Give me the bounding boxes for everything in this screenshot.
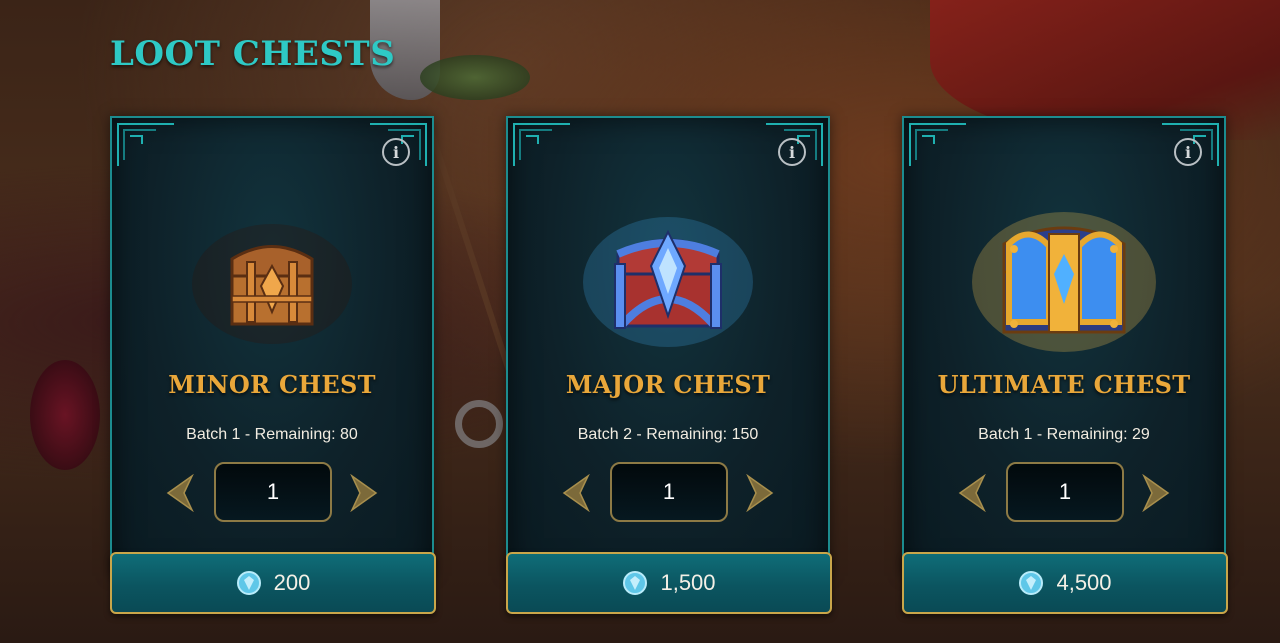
corner-ornament [908, 122, 968, 168]
chest-card-minor: i MINOR CHEST Batch 1 - Remaining: 80 20… [110, 116, 436, 614]
gem-currency-icon [236, 570, 262, 596]
price-value: 200 [273, 570, 311, 595]
background-plant [420, 55, 530, 100]
corner-ornament [512, 122, 572, 168]
quantity-stepper [508, 462, 828, 522]
card-panel: i MAJOR CHEST Batch 2 - Remaining: 150 [506, 116, 830, 576]
corner-ornament [116, 122, 176, 168]
background-gem [30, 360, 100, 470]
price-value: 1,500 [660, 570, 716, 595]
chest-name: ULTIMATE CHEST [937, 370, 1191, 399]
chevron-right-icon[interactable] [744, 474, 778, 512]
batch-remaining: Batch 2 - Remaining: 150 [577, 426, 759, 443]
gem-currency-icon [1018, 570, 1044, 596]
chevron-right-icon[interactable] [348, 474, 382, 512]
buy-minor-chest-button[interactable]: 200 [110, 552, 436, 614]
minor-chest-icon [177, 204, 367, 354]
info-icon[interactable]: i [778, 138, 806, 166]
card-panel: i ULTIMATE CHEST Batch 1 - Remaining: 29 [902, 116, 1226, 576]
chest-name: MINOR CHEST [168, 370, 376, 399]
batch-remaining: Batch 1 - Remaining: 29 [978, 426, 1150, 443]
quantity-stepper [112, 462, 432, 522]
quantity-input[interactable] [1006, 462, 1124, 522]
chest-card-major: i MAJOR CHEST Batch 2 - Remaining: 150 1… [506, 116, 832, 614]
major-chest-icon [573, 204, 763, 354]
buy-major-chest-button[interactable]: 1,500 [506, 552, 832, 614]
chevron-right-icon[interactable] [1140, 474, 1174, 512]
chest-name: MAJOR CHEST [565, 370, 771, 399]
chest-card-ultimate: i ULTIMATE CHEST Batch 1 - Remaining: 29 [902, 116, 1228, 614]
ultimate-chest-icon [969, 204, 1159, 354]
background-ring [455, 400, 503, 448]
card-panel: i MINOR CHEST Batch 1 - Remaining: 80 [110, 116, 434, 576]
info-icon[interactable]: i [382, 138, 410, 166]
info-icon[interactable]: i [1174, 138, 1202, 166]
quantity-input[interactable] [610, 462, 728, 522]
chevron-left-icon[interactable] [954, 474, 988, 512]
gem-currency-icon [622, 570, 648, 596]
quantity-input[interactable] [214, 462, 332, 522]
quantity-stepper [904, 462, 1224, 522]
buy-ultimate-chest-button[interactable]: 4,500 [902, 552, 1228, 614]
price-value: 4,500 [1056, 570, 1112, 595]
batch-remaining: Batch 1 - Remaining: 80 [186, 426, 358, 443]
chevron-left-icon[interactable] [558, 474, 592, 512]
page-title: LOOT CHESTS [110, 34, 396, 74]
chevron-left-icon[interactable] [162, 474, 196, 512]
